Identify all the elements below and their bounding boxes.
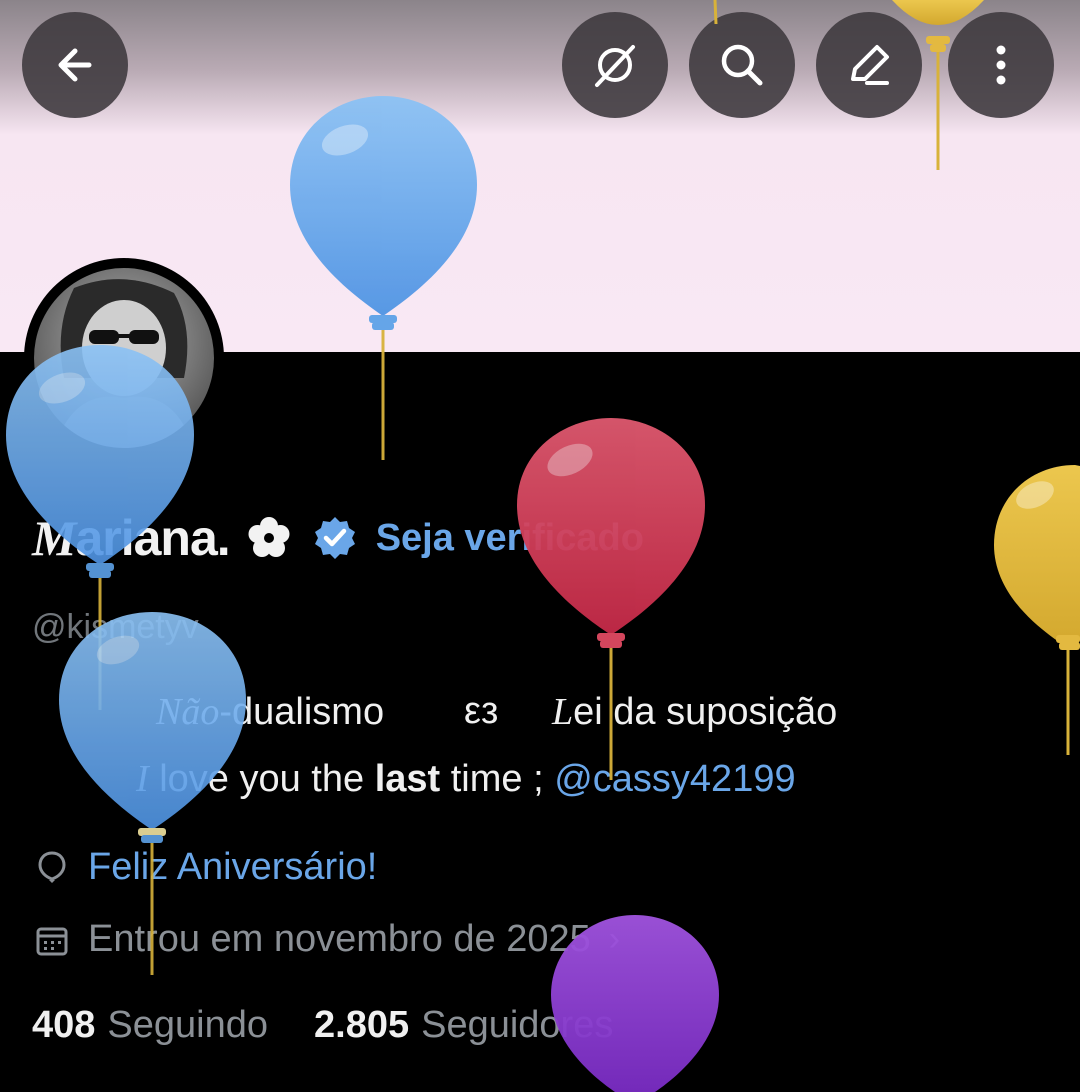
bio-text: -dualismo [219,691,385,733]
bio-script-text: Não [156,691,220,733]
search-icon [721,44,763,86]
verified-badge-icon[interactable] [312,515,358,561]
flower-icon [248,517,290,557]
name-script-letter: M [32,510,76,566]
bio-mention-link[interactable]: @cassy42199 [554,758,795,800]
more-vertical-icon [996,45,1006,85]
profile-name: Mariana. [32,509,231,567]
follow-stats: 408 Seguindo 2.805 Seguidores [32,1004,659,1047]
search-button[interactable] [689,12,795,118]
bio-text: love you the [159,758,375,800]
balloon-yellow-right [994,465,1080,755]
followers-count: 2.805 [314,1004,410,1046]
followers-label: Seguidores [421,1004,614,1046]
back-button[interactable] [22,12,128,118]
following-stat[interactable]: 408 Seguindo [32,1004,268,1047]
joined-row[interactable]: Entrou em novembro de 2025 › [34,918,620,961]
more-button[interactable] [948,12,1054,118]
avatar-photo [34,268,214,448]
bio-bold-text: last [374,758,441,800]
bio-script-text: I [136,758,149,800]
name-text: ariana. [75,510,230,566]
bio-text: time ; [440,758,555,800]
followers-stat[interactable]: 2.805 Seguidores [314,1004,613,1047]
birthday-text[interactable]: Feliz Aniversário! [88,846,377,889]
edit-button[interactable] [816,12,922,118]
balloon-icon [38,850,66,883]
chevron-right-icon: › [608,920,621,958]
edit-icon [851,45,889,85]
back-arrow-icon [58,48,92,82]
avatar[interactable] [24,258,224,458]
bio-text: ei da suposição [573,691,838,733]
grok-icon [595,45,635,87]
bio-script-text: L [552,691,574,733]
calendar-icon [36,927,68,955]
profile-name-row: Mariana. Seja verificado [32,508,644,568]
following-count: 408 [32,1004,96,1046]
birthday-row: Feliz Aniversário! [34,846,377,889]
profile-handle: @kismetyv [32,608,199,646]
joined-text: Entrou em novembro de 2025 [88,918,591,960]
bio-butterfly-text: εз [464,690,499,732]
get-verified-link[interactable]: Seja verificado [376,517,644,560]
grok-button[interactable] [562,12,668,118]
following-label: Seguindo [107,1004,268,1046]
